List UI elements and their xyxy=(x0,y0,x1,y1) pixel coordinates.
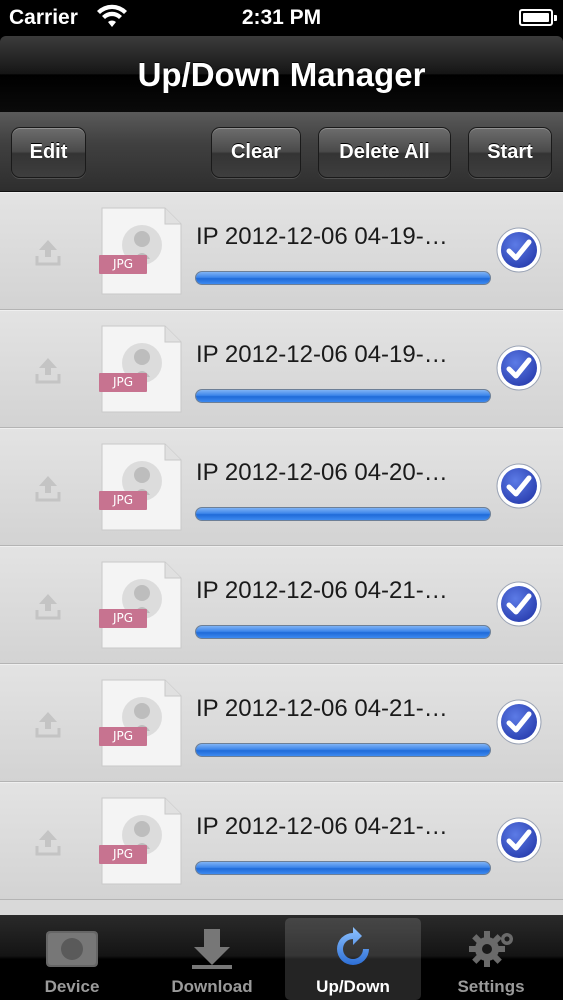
checkmark-icon[interactable] xyxy=(495,344,543,392)
page-title: Up/Down Manager xyxy=(137,56,426,93)
clear-button[interactable]: Clear xyxy=(211,127,301,178)
transfer-list[interactable]: JPG IP 2012-12-06 04-19-… JPG IP 2012-12… xyxy=(0,192,563,915)
tab-download[interactable]: Download xyxy=(144,918,280,1000)
file-name: IP 2012-12-06 04-19-… xyxy=(196,341,448,368)
checkmark-icon[interactable] xyxy=(495,226,543,274)
upload-icon xyxy=(35,358,61,384)
status-bar: Carrier 2:31 PM xyxy=(0,0,563,36)
file-type-badge: JPG xyxy=(99,609,147,628)
edit-button[interactable]: Edit xyxy=(11,127,86,178)
file-name: IP 2012-12-06 04-21-… xyxy=(196,577,448,604)
progress-fill xyxy=(196,272,490,284)
transfer-row[interactable]: JPG IP 2012-12-06 04-19-… xyxy=(0,310,563,428)
gear-icon xyxy=(469,931,513,967)
image-file-icon xyxy=(101,561,182,649)
delete-all-button[interactable]: Delete All xyxy=(318,127,451,178)
tab-updown[interactable]: Up/Down xyxy=(285,918,421,1000)
progress-fill xyxy=(196,508,490,520)
upload-icon xyxy=(35,476,61,502)
upload-icon xyxy=(35,712,61,738)
image-file-icon xyxy=(101,679,182,767)
file-type-badge: JPG xyxy=(99,727,147,746)
camera-icon xyxy=(46,931,98,967)
download-icon xyxy=(192,929,232,969)
image-file-icon xyxy=(101,443,182,531)
progress-bar xyxy=(195,861,491,875)
file-type-badge: JPG xyxy=(99,491,147,510)
progress-bar xyxy=(195,389,491,403)
progress-bar xyxy=(195,271,491,285)
checkmark-icon[interactable] xyxy=(495,698,543,746)
navigation-bar: Up/Down Manager xyxy=(0,36,563,112)
transfer-row[interactable]: JPG IP 2012-12-06 04-20-… xyxy=(0,428,563,546)
image-file-icon xyxy=(101,325,182,413)
progress-fill xyxy=(196,390,490,402)
progress-fill xyxy=(196,862,490,874)
checkmark-icon[interactable] xyxy=(495,462,543,510)
upload-icon xyxy=(35,240,61,266)
upload-icon xyxy=(35,594,61,620)
upload-icon xyxy=(35,830,61,856)
file-type-badge: JPG xyxy=(99,845,147,864)
tab-device[interactable]: Device xyxy=(4,918,140,1000)
image-file-icon xyxy=(101,207,182,295)
file-type-badge: JPG xyxy=(99,373,147,392)
progress-bar xyxy=(195,507,491,521)
progress-bar xyxy=(195,625,491,639)
toolbar: Edit Clear Delete All Start xyxy=(0,112,563,192)
clock: 2:31 PM xyxy=(241,6,322,29)
battery-icon xyxy=(519,9,557,26)
transfer-row[interactable]: JPG IP 2012-12-06 04-21-… xyxy=(0,546,563,664)
file-name: IP 2012-12-06 04-19-… xyxy=(196,223,448,250)
tab-bar: Device Download Up/Down Settings xyxy=(0,915,563,1000)
checkmark-icon[interactable] xyxy=(495,816,543,864)
transfer-row[interactable]: JPG IP 2012-12-06 04-21-… xyxy=(0,782,563,900)
file-name: IP 2012-12-06 04-21-… xyxy=(196,813,448,840)
tab-settings[interactable]: Settings xyxy=(423,918,559,1000)
start-button[interactable]: Start xyxy=(468,127,552,178)
file-name: IP 2012-12-06 04-20-… xyxy=(196,459,448,486)
file-name: IP 2012-12-06 04-21-… xyxy=(196,695,448,722)
transfer-row[interactable]: JPG IP 2012-12-06 04-21-… xyxy=(0,664,563,782)
progress-fill xyxy=(196,744,490,756)
progress-fill xyxy=(196,626,490,638)
sync-icon xyxy=(337,927,369,965)
progress-bar xyxy=(195,743,491,757)
checkmark-icon[interactable] xyxy=(495,580,543,628)
file-type-badge: JPG xyxy=(99,255,147,274)
transfer-row[interactable]: JPG IP 2012-12-06 04-19-… xyxy=(0,192,563,310)
image-file-icon xyxy=(101,797,182,885)
